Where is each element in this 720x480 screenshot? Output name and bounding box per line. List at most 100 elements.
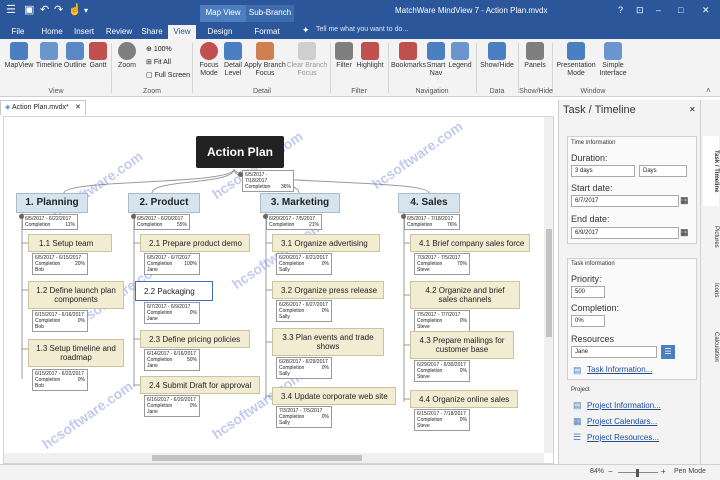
duration-input[interactable]: 3 days (571, 165, 635, 177)
tab-format[interactable]: Format (250, 25, 284, 39)
priority-spinner[interactable]: 500 (571, 286, 605, 298)
zoom-out-button[interactable]: − (608, 467, 613, 476)
tab-review[interactable]: Review (104, 25, 134, 39)
subtopic[interactable]: 4.1 Brief company sales force (410, 234, 530, 252)
root-topic[interactable]: Action Plan (196, 136, 284, 168)
task-owner: Jane (147, 316, 158, 322)
panels-button[interactable]: Panels (522, 42, 548, 70)
tab-share[interactable]: Share (138, 25, 166, 39)
subtopic[interactable]: 3.2 Organize press release (272, 281, 384, 299)
gantt-button[interactable]: Gantt (87, 42, 109, 70)
vertical-scroll-thumb[interactable] (546, 229, 552, 337)
horizontal-scroll-thumb[interactable] (152, 455, 362, 461)
full-screen-button[interactable]: ▢ Full Screen (146, 71, 190, 79)
presentation-mode-button[interactable]: Presentation Mode (556, 42, 596, 78)
project-calendars-link[interactable]: Project Calendars... (587, 417, 657, 426)
end-date-input[interactable]: 6/9/2017 (571, 227, 679, 239)
full-screen-label: Full Screen (154, 72, 190, 79)
mapview-button[interactable]: MapView (4, 42, 34, 70)
bookmarks-button[interactable]: Bookmarks (391, 42, 426, 70)
subtopic[interactable]: 1.1 Setup team (28, 234, 112, 252)
legend-button[interactable]: Legend (447, 42, 473, 70)
document-tab[interactable]: ◈ Action Plan.mvdx* ✕ (0, 100, 86, 115)
project-resources-link[interactable]: Project Resources... (587, 433, 659, 442)
tab-insert[interactable]: Insert (70, 25, 98, 39)
subtopic[interactable]: 4.3 Prepare mailings for customer base (410, 331, 514, 359)
focus-mode-button[interactable]: Focus Mode (196, 42, 222, 78)
resources-input[interactable]: Jane (571, 346, 657, 358)
subtopic[interactable]: 4.4 Organize online sales (410, 390, 518, 408)
zoom-button[interactable]: Zoom (114, 42, 140, 70)
task-information-link[interactable]: Task Information... (587, 365, 652, 374)
end-date-calendar-icon[interactable]: ▦ (680, 227, 689, 238)
timeline-button[interactable]: Timeline (35, 42, 63, 70)
subtopic[interactable]: 1.3 Setup timeline and roadmap (28, 339, 124, 367)
smart-nav-button[interactable]: Smart Nav (425, 42, 447, 78)
show-hide-button[interactable]: Show/Hide (479, 42, 515, 70)
subtopic[interactable]: 3.4 Update corporate web site (272, 387, 396, 405)
task-owner: Jane (147, 363, 158, 369)
minimize-button[interactable]: – (656, 5, 661, 15)
completion-value: 21% (308, 222, 319, 228)
mind-map-canvas[interactable]: hcsoftware.com hcsoftware.com hcsoftware… (3, 116, 554, 464)
completion-value: 0% (321, 365, 329, 371)
branch-planning[interactable]: 1. Planning (16, 193, 88, 213)
tab-design[interactable]: Design (203, 25, 237, 39)
subtopic[interactable]: 3.1 Organize advertising (272, 234, 380, 252)
subtopic[interactable]: 2.4 Submit Draft for approval (140, 376, 260, 394)
simple-interface-button[interactable]: Simple Interface (596, 42, 630, 78)
simple-interface-label: Simple Interface (599, 62, 627, 77)
branch-sales[interactable]: 4. Sales (398, 193, 460, 213)
apply-branch-focus-button[interactable]: Apply Branch Focus (244, 42, 286, 78)
redo-icon[interactable]: ↷ (54, 3, 63, 16)
fit-all-button[interactable]: ⊞ Fit All (146, 58, 171, 66)
close-tab-icon[interactable]: ✕ (75, 101, 81, 114)
detail-level-button[interactable]: Detail Level (222, 42, 244, 78)
filter-button[interactable]: Filter (333, 42, 355, 70)
highlight-button[interactable]: Highlight (355, 42, 385, 70)
branch-product[interactable]: 2. Product (128, 193, 200, 213)
duration-unit-select[interactable]: Days (639, 165, 687, 177)
zoom-slider-thumb[interactable] (636, 469, 639, 477)
zoom-in-button[interactable]: + (661, 467, 666, 476)
horizontal-scrollbar[interactable] (4, 453, 544, 463)
ribbon-display-button[interactable]: ⊡ (636, 5, 644, 16)
subtopic[interactable]: 2.1 Prepare product demo (140, 234, 250, 252)
completion-spinner[interactable]: 0% (571, 315, 605, 327)
apply-branch-focus-label: Apply Branch Focus (244, 62, 286, 77)
help-button[interactable]: ? (618, 5, 623, 15)
touch-mode-icon[interactable]: ☝ (68, 3, 82, 16)
side-tab-calculation[interactable]: Calculation (703, 322, 719, 372)
project-information-link[interactable]: Project Information... (587, 401, 661, 410)
maximize-button[interactable]: □ (678, 5, 683, 15)
clear-branch-focus-button[interactable]: Clear Branch Focus (286, 42, 328, 78)
save-icon[interactable]: ▣ (24, 3, 34, 16)
tell-me-search[interactable]: Tell me what you want to do... (316, 26, 408, 33)
side-tab-task-timeline[interactable]: Task / Timeline (703, 136, 719, 206)
zoom-100-button[interactable]: ⊕ 100% (146, 45, 172, 53)
collapse-ribbon-icon[interactable]: ˄ (706, 86, 711, 95)
vertical-scrollbar[interactable] (544, 117, 553, 453)
side-tab-pictures[interactable]: Pictures (703, 212, 719, 262)
pen-mode-label[interactable]: Pen Mode (674, 468, 706, 475)
branch-marketing[interactable]: 3. Marketing (260, 193, 340, 213)
completion-value: 0% (189, 310, 197, 316)
outline-icon (66, 42, 84, 60)
tab-view[interactable]: View (168, 25, 196, 39)
selected-subtopic[interactable]: 2.2 Packaging (135, 281, 213, 301)
undo-icon[interactable]: ↶ (40, 3, 49, 16)
start-date-input[interactable]: 6/7/2017 (571, 195, 679, 207)
outline-button[interactable]: Outline (63, 42, 87, 70)
subtopic[interactable]: 2.3 Define pricing policies (140, 330, 250, 348)
start-date-calendar-icon[interactable]: ▦ (680, 195, 689, 206)
resources-icon[interactable]: ☰ (661, 345, 675, 359)
tab-file[interactable]: File (6, 25, 30, 39)
panel-close-icon[interactable]: ✕ (689, 105, 696, 114)
subtopic[interactable]: 4.2 Organize and brief sales channels (410, 281, 520, 309)
customize-qa-icon[interactable]: ▾ (84, 6, 88, 15)
close-button[interactable]: ✕ (702, 5, 710, 16)
side-tab-icons[interactable]: Icons (703, 270, 719, 310)
subtopic[interactable]: 3.3 Plan events and trade shows (272, 328, 384, 356)
subtopic[interactable]: 1.2 Define launch plan components (28, 281, 124, 309)
tab-home[interactable]: Home (38, 25, 66, 39)
